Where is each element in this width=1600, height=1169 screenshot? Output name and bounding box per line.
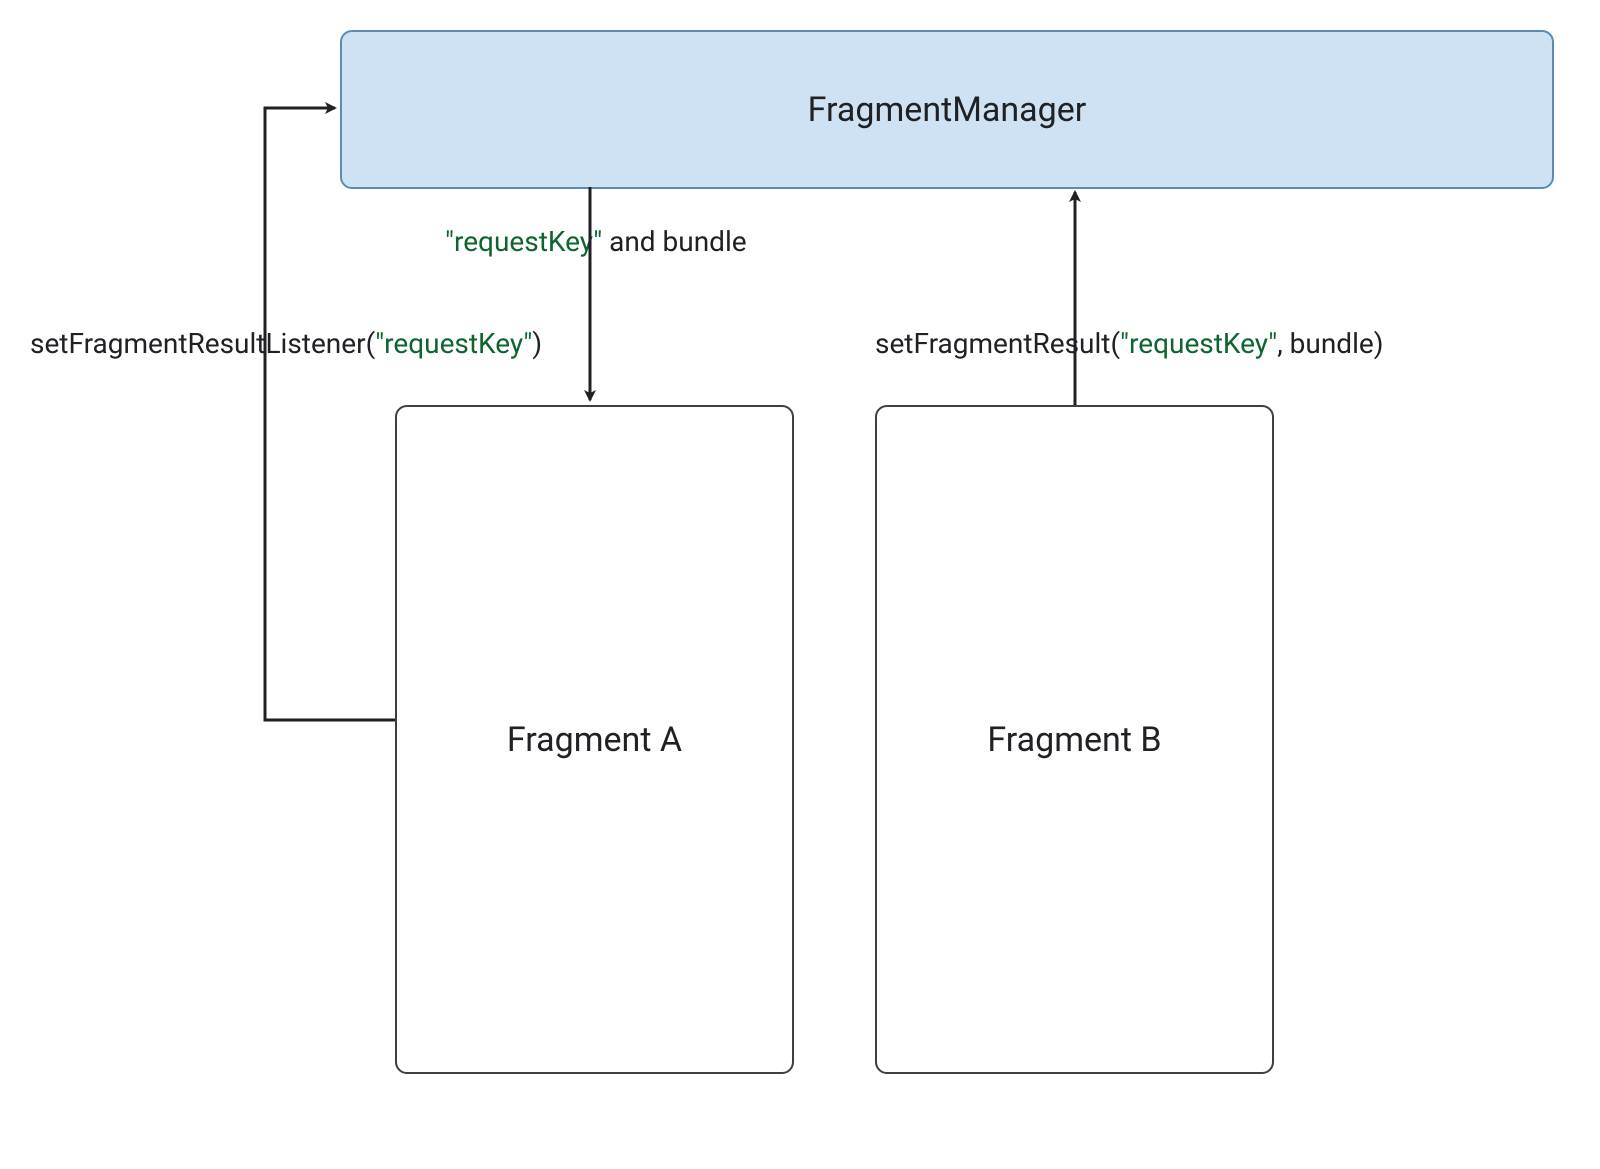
listener-suffix: ) bbox=[532, 327, 542, 360]
fragment-a-label: Fragment A bbox=[507, 720, 682, 760]
setresult-suffix: , bundle) bbox=[1277, 327, 1383, 360]
diagram-canvas: FragmentManager Fragment A Fragment B se… bbox=[0, 0, 1600, 1169]
fragment-b-box: Fragment B bbox=[875, 405, 1274, 1074]
bundle-suffix: and bundle bbox=[602, 225, 746, 258]
listener-label: setFragmentResultListener("requestKey") bbox=[30, 327, 542, 360]
listener-prefix: setFragmentResultListener( bbox=[30, 327, 375, 360]
bundle-quoted: "requestKey" bbox=[445, 225, 602, 258]
setresult-label: setFragmentResult("requestKey", bundle) bbox=[875, 327, 1384, 360]
listener-quoted: "requestKey" bbox=[375, 327, 532, 360]
bundle-label: "requestKey" and bundle bbox=[445, 225, 747, 258]
setresult-prefix: setFragmentResult( bbox=[875, 327, 1120, 360]
arrow-listener bbox=[265, 108, 395, 720]
fragment-a-box: Fragment A bbox=[395, 405, 794, 1074]
fragment-manager-box: FragmentManager bbox=[340, 30, 1554, 189]
fragment-b-label: Fragment B bbox=[987, 720, 1161, 760]
setresult-quoted: "requestKey" bbox=[1120, 327, 1277, 360]
fragment-manager-label: FragmentManager bbox=[808, 90, 1087, 130]
